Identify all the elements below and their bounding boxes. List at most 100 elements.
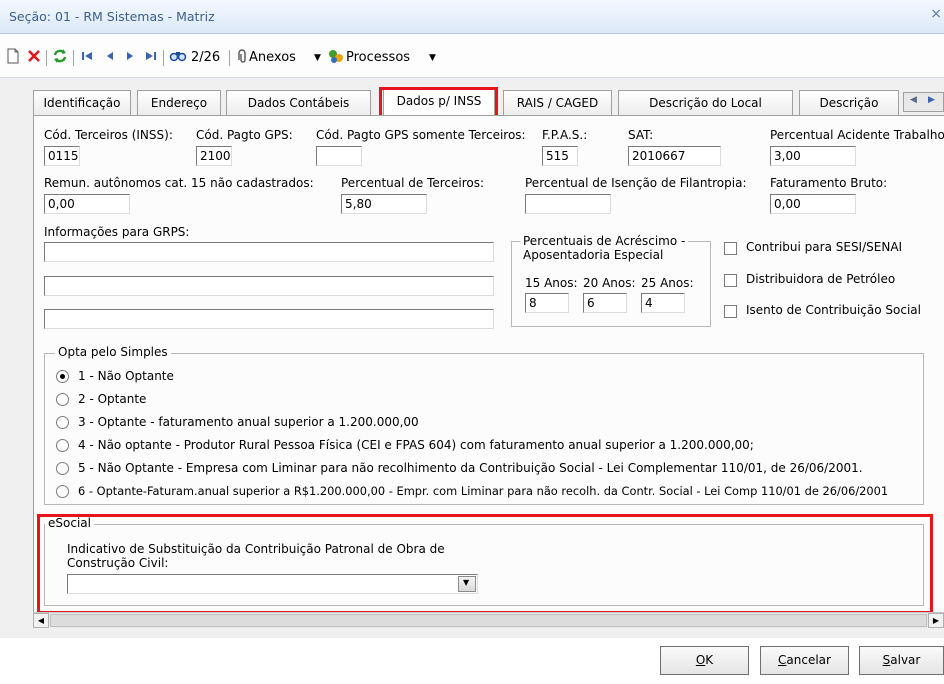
scroll-left-icon[interactable]: ◀ (33, 613, 49, 628)
simples-radio-4[interactable] (56, 439, 69, 452)
tab-descricao[interactable]: Descrição (799, 90, 899, 116)
simples-option-1: 1 - Não Optante (78, 369, 174, 383)
esocial-field-label: Indicativo de Substituição da Contribuiç… (67, 542, 445, 570)
chevron-down-icon: ▼ (463, 578, 470, 587)
aposentadoria-15-label: 15 Anos: (525, 276, 578, 290)
aposentadoria-20-input[interactable]: 6 (583, 293, 627, 313)
grps-line-2[interactable] (44, 276, 494, 296)
simples-option-2: 2 - Optante (78, 392, 147, 406)
tab-scroll-right-icon[interactable]: ▶ (928, 95, 935, 105)
toolbar-separator (229, 50, 230, 66)
processes-icon[interactable] (327, 48, 345, 68)
remun-autonomos-input[interactable]: 0,00 (44, 194, 130, 214)
fpas-label: F.P.A.S.: (542, 128, 588, 142)
tab-endereco[interactable]: Endereço (137, 90, 221, 116)
faturamento-bruto-input[interactable]: 0,00 (770, 194, 856, 214)
tab-identificacao[interactable]: Identificação (33, 90, 131, 116)
aposentadoria-15-input[interactable]: 8 (525, 293, 569, 313)
processes-dropdown-icon[interactable]: ▼ (429, 48, 436, 68)
perc-terceiros-label: Percentual de Terceiros: (341, 176, 485, 190)
tab-dados-contabeis[interactable]: Dados Contábeis (226, 90, 371, 116)
simples-radio-1[interactable] (56, 370, 69, 383)
esocial-select-dropdown-button[interactable]: ▼ (458, 576, 476, 592)
isento-contribuicao-label: Isento de Contribuição Social (746, 303, 921, 317)
tab-scroll-left-icon[interactable]: ◀ (910, 95, 917, 105)
aposentadoria-25-input[interactable]: 4 (641, 293, 685, 313)
distribuidora-petroleo-label: Distribuidora de Petróleo (746, 272, 896, 286)
ok-label: K (705, 653, 714, 667)
esocial-field-label-line1: Indicativo de Substituição da Contribuiç… (67, 542, 445, 556)
simples-option-5: 5 - Não Optante - Empresa com Liminar pa… (78, 461, 863, 475)
toolbar-separator (163, 50, 164, 66)
sesi-senai-label: Contribui para SESI/SENAI (746, 240, 903, 254)
processes-button[interactable]: Processos (346, 48, 410, 68)
cod-pagto-gps-label: Cód. Pagto GPS: (196, 128, 293, 142)
save-label: alvar (890, 653, 921, 667)
simples-option-6: 6 - Optante-Faturam.anual superior a R$1… (78, 484, 889, 498)
cancel-button[interactable]: Cancelar (760, 646, 849, 675)
aposentadoria-title: Percentuais de Acréscimo - Aposentadoria… (520, 234, 689, 262)
toolbar: 2/26 Anexos ▼ Processos ▼ (0, 34, 944, 78)
record-position: 2/26 (191, 50, 221, 65)
remun-autonomos-label: Remun. autônomos cat. 15 não cadastrados… (44, 176, 314, 190)
ok-button[interactable]: OK (660, 646, 749, 675)
refresh-icon[interactable] (52, 48, 68, 68)
simples-title: Opta pelo Simples (55, 345, 171, 359)
aposentadoria-title-line1: Percentuais de Acréscimo - (523, 234, 686, 248)
next-record-icon[interactable] (124, 48, 136, 68)
cod-pagto-gps-terceiros-input[interactable] (316, 146, 362, 166)
cod-terceiros-label: Cód. Terceiros (INSS): (44, 128, 173, 142)
cod-pagto-gps-input[interactable]: 2100 (196, 146, 232, 166)
cod-pagto-gps-terceiros-label: Cód. Pagto GPS somente Terceiros: (316, 128, 526, 142)
window-title-bar: Seção: 01 - RM Sistemas - Matriz × (0, 0, 944, 34)
scroll-right-icon[interactable]: ▶ (928, 613, 944, 628)
simples-radio-3[interactable] (56, 416, 69, 429)
sat-label: SAT: (628, 128, 654, 142)
esocial-select[interactable] (67, 574, 478, 594)
last-record-icon[interactable] (144, 48, 158, 68)
perc-acidente-label: Percentual Acidente Trabalho: (770, 128, 944, 142)
first-record-icon[interactable] (80, 48, 94, 68)
save-button[interactable]: Salvar (859, 646, 944, 675)
tab-descricao-local[interactable]: Descrição do Local (618, 90, 793, 116)
scrollbar-thumb[interactable] (50, 614, 927, 627)
grps-line-3[interactable] (44, 309, 494, 329)
tab-scroll-buttons: ◀ ▶ (903, 92, 944, 112)
toolbar-separator (46, 50, 47, 66)
fpas-input[interactable]: 515 (542, 146, 578, 166)
delete-icon[interactable] (26, 48, 42, 68)
simples-option-3: 3 - Optante - faturamento anual superior… (78, 415, 419, 429)
close-icon[interactable]: × (930, 6, 942, 22)
toolbar-separator (73, 50, 74, 66)
cancel-label: ancelar (786, 653, 831, 667)
cod-terceiros-input[interactable]: 0115 (44, 146, 80, 166)
aposentadoria-title-line2: Aposentadoria Especial (523, 248, 664, 262)
perc-isencao-input[interactable] (525, 194, 611, 214)
esocial-field-label-line2: Construção Civil: (67, 556, 169, 570)
grps-line-1[interactable] (44, 242, 494, 262)
simples-radio-5[interactable] (56, 462, 69, 475)
attachments-button[interactable]: Anexos (249, 48, 296, 68)
simples-group (44, 353, 924, 505)
new-icon[interactable] (6, 48, 20, 68)
aposentadoria-25-label: 25 Anos: (641, 276, 694, 290)
prev-record-icon[interactable] (104, 48, 116, 68)
horizontal-scrollbar[interactable]: ◀ ▶ (33, 612, 944, 628)
find-icon[interactable] (169, 48, 187, 68)
distribuidora-petroleo-checkbox[interactable] (724, 274, 737, 287)
tab-rais-caged[interactable]: RAIS / CAGED (503, 90, 612, 116)
simples-radio-2[interactable] (56, 393, 69, 406)
isento-contribuicao-checkbox[interactable] (724, 305, 737, 318)
attachments-dropdown-icon[interactable]: ▼ (314, 48, 321, 68)
simples-radio-6[interactable] (56, 485, 69, 498)
sesi-senai-checkbox[interactable] (724, 242, 737, 255)
perc-terceiros-input[interactable]: 5,80 (341, 194, 427, 214)
ok-accel: O (695, 653, 706, 667)
attachments-icon[interactable] (235, 48, 249, 68)
perc-acidente-input[interactable]: 3,00 (770, 146, 856, 166)
sat-input[interactable]: 2010667 (628, 146, 721, 166)
grps-label: Informações para GRPS: (44, 225, 190, 239)
faturamento-bruto-label: Faturamento Bruto: (770, 176, 888, 190)
window-title: Seção: 01 - RM Sistemas - Matriz (9, 9, 215, 24)
perc-isencao-label: Percentual de Isenção de Filantropia: (525, 176, 747, 190)
